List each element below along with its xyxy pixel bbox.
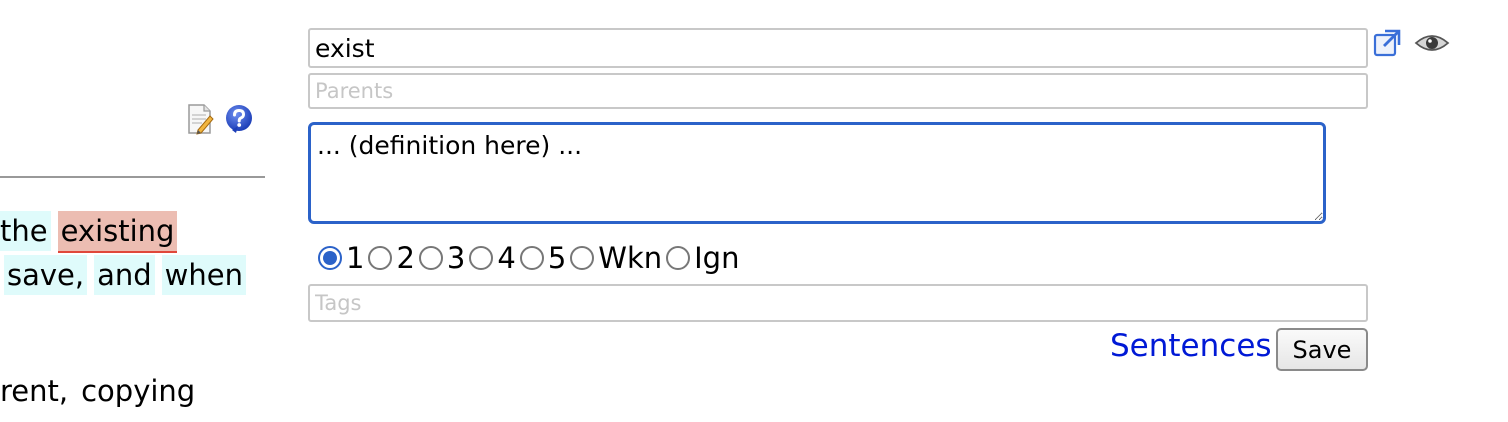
word-known[interactable]: when: [161, 255, 246, 295]
status-radio-3[interactable]: [418, 246, 443, 270]
external-link-icon[interactable]: [1372, 28, 1402, 58]
reading-pane-toolbar: [186, 102, 254, 136]
pane-divider: [0, 176, 265, 178]
word-known[interactable]: copying: [78, 371, 198, 411]
term-form: ... (definition here) ... 1 2 3 4 5 Wkn …: [308, 28, 1468, 388]
status-radio-5[interactable]: [519, 246, 544, 270]
status-option-wkn[interactable]: Wkn: [570, 241, 662, 275]
word-known[interactable]: rent,: [0, 371, 71, 411]
reading-pane: the existing save, and when rent, copying: [0, 0, 265, 422]
reading-line: save, and when: [4, 254, 253, 296]
save-button[interactable]: Save: [1276, 328, 1368, 371]
term-input[interactable]: [308, 28, 1368, 68]
word-learning[interactable]: existing: [57, 211, 178, 253]
term-side-icons: [1372, 28, 1450, 58]
status-radio-ign[interactable]: [666, 246, 691, 270]
status-option-1[interactable]: 1: [318, 241, 364, 275]
word-known[interactable]: the: [0, 211, 51, 251]
reading-line: the existing: [0, 210, 184, 253]
status-option-3[interactable]: 3: [418, 241, 465, 275]
term-edit-page: theexisting save,andwhen rent,copying ..…: [0, 0, 1508, 422]
eye-icon[interactable]: [1414, 31, 1450, 55]
reading-line-partial: [0, 410, 265, 422]
help-icon[interactable]: [224, 104, 254, 134]
status-radio-2[interactable]: [368, 246, 393, 270]
word-known[interactable]: save,: [4, 255, 88, 295]
status-option-2[interactable]: 2: [368, 241, 415, 275]
parents-input[interactable]: [308, 73, 1368, 109]
reading-line: rent, copying: [0, 370, 205, 412]
status-option-5[interactable]: 5: [519, 241, 566, 275]
status-option-4[interactable]: 4: [469, 241, 516, 275]
definition-textarea[interactable]: ... (definition here) ...: [308, 122, 1326, 224]
status-option-ign[interactable]: Ign: [666, 241, 739, 275]
status-radio-group: 1 2 3 4 5 Wkn Ign: [318, 238, 743, 278]
status-radio-wkn[interactable]: [570, 246, 595, 270]
edit-document-icon[interactable]: [186, 103, 214, 135]
status-radio-4[interactable]: [469, 246, 494, 270]
status-radio-1[interactable]: [318, 246, 342, 270]
sentences-link[interactable]: Sentences: [1110, 328, 1272, 364]
word-known[interactable]: and: [94, 255, 155, 295]
tags-input[interactable]: [308, 284, 1368, 322]
